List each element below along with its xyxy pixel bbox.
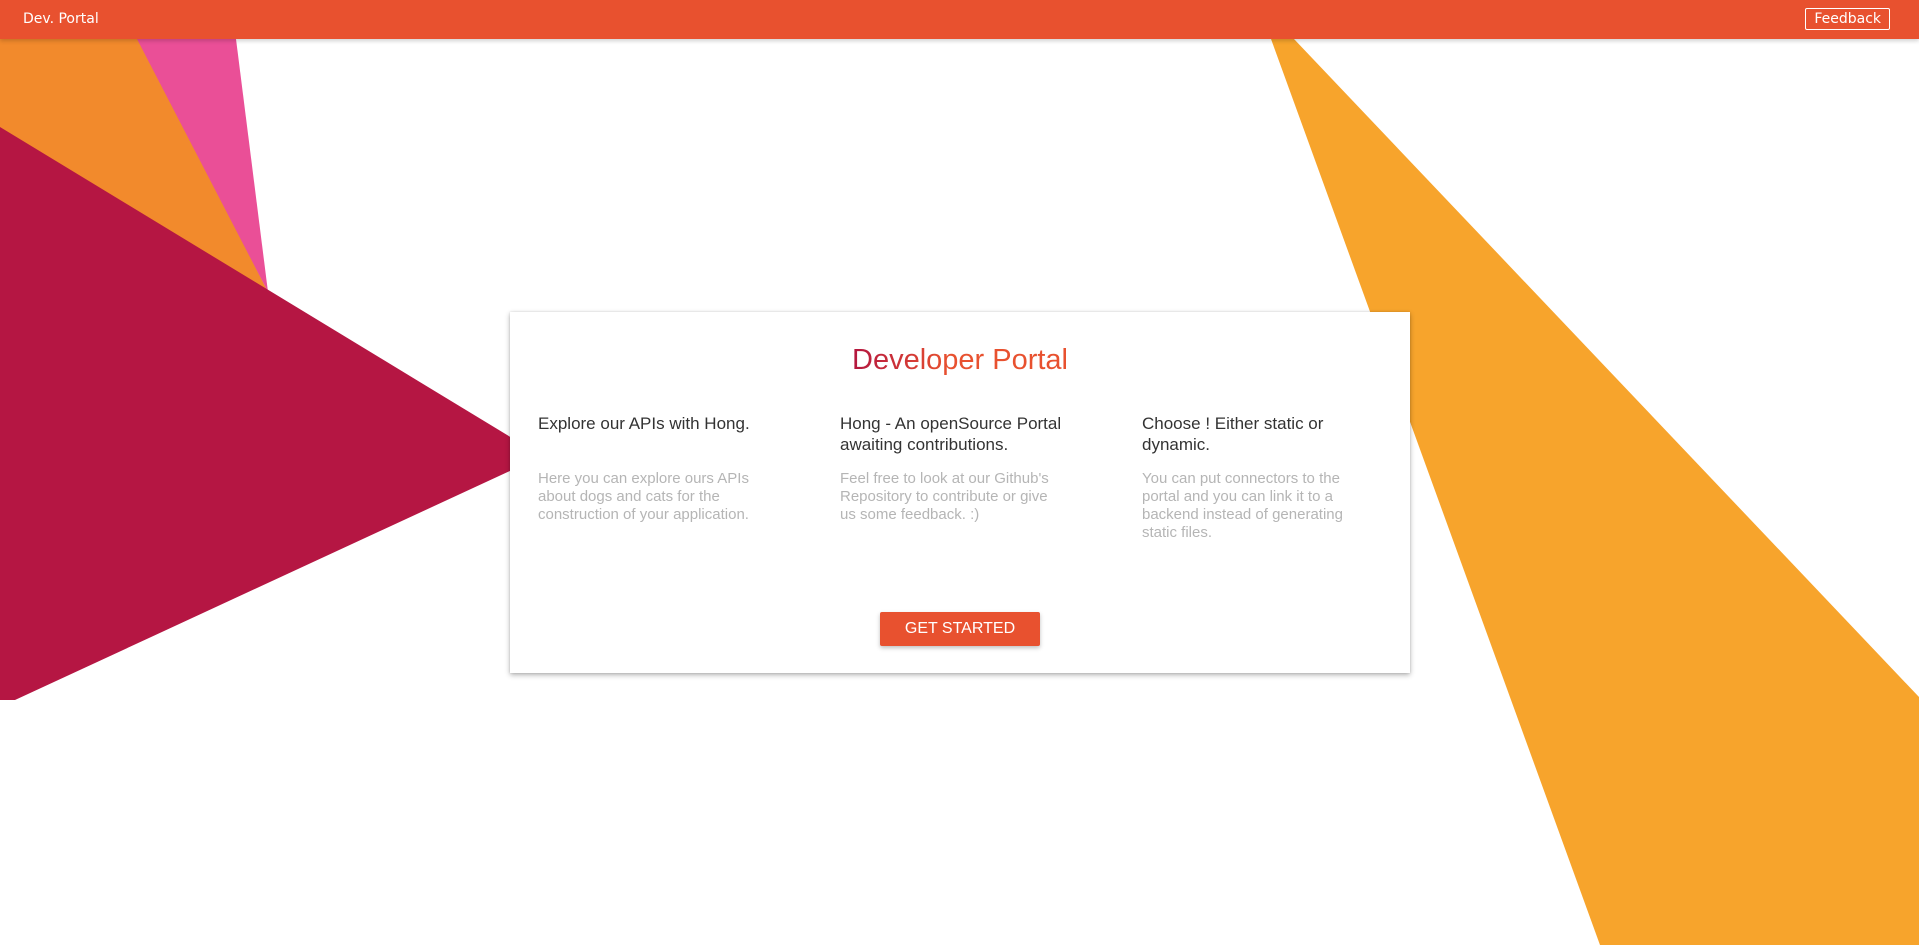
brand-link[interactable]: Dev. Portal [23,11,99,27]
feature-column-explore: Explore our APIs with Hong. Here you can… [538,413,778,524]
feedback-button[interactable]: Feedback [1805,8,1890,30]
landing-page: Dev. Portal Feedback Developer Portal Ex… [0,0,1919,945]
feature-description: Feel free to look at our Github's Reposi… [840,470,1049,523]
feature-column-static-dynamic: Choose ! Either static or dynamic. You c… [1142,413,1382,542]
page-title: Developer Portal [852,344,1068,376]
feature-column-opensource: Hong - An openSource Portal awaiting con… [840,413,1080,524]
intro-card: Developer Portal Explore our APIs with H… [510,312,1410,673]
feature-description: Here you can explore ours APIs about dog… [538,470,749,523]
feature-heading: Hong - An openSource Portal awaiting con… [840,414,1062,454]
get-started-button[interactable]: GET STARTED [880,612,1040,646]
feature-heading: Explore our APIs with Hong. [538,414,750,433]
feature-description: You can put connectors to the portal and… [1142,470,1343,541]
top-app-bar: Dev. Portal Feedback [0,0,1919,39]
feature-heading: Choose ! Either static or dynamic. [1142,414,1324,454]
